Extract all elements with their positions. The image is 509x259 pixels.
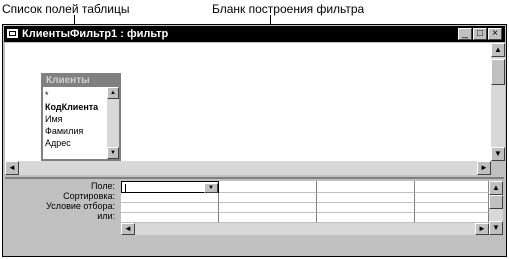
scroll-down-icon[interactable]: ▼ — [107, 147, 119, 159]
field-item-last-name[interactable]: Фамилия — [45, 125, 105, 137]
sort-cell[interactable] — [219, 193, 317, 203]
grid-horizontal-scrollbar[interactable]: ◄ ► — [121, 223, 489, 235]
criteria-cell[interactable] — [415, 203, 489, 213]
title-bar[interactable]: КлиентыФильтр1 : фильтр _ □ × — [4, 26, 505, 42]
row-label-field: Поле: — [90, 181, 115, 191]
scroll-thumb[interactable] — [489, 195, 503, 209]
scroll-down-icon[interactable]: ▼ — [491, 147, 505, 161]
field-list-callout: Список полей таблицы — [2, 2, 130, 16]
maximize-button[interactable]: □ — [473, 28, 487, 40]
criteria-cell[interactable] — [121, 203, 219, 213]
field-lists-pane[interactable]: Клиенты * КодКлиента Имя Фамилия Адрес ▲… — [5, 43, 491, 175]
field-cell[interactable] — [317, 181, 415, 193]
window-title: КлиентыФильтр1 : фильтр — [22, 28, 169, 40]
scroll-up-icon[interactable]: ▲ — [107, 87, 119, 99]
filter-grid-callout: Бланк построения фильтра — [212, 2, 365, 16]
sort-cell[interactable] — [121, 193, 219, 203]
field-list-items: * КодКлиента Имя Фамилия Адрес — [45, 89, 105, 149]
scroll-left-icon[interactable]: ◄ — [5, 161, 19, 175]
scroll-left-icon[interactable]: ◄ — [121, 223, 135, 235]
filter-design-grid[interactable]: ▼ ◄ ► — [121, 181, 489, 235]
upper-vertical-scrollbar[interactable]: ▲ ▼ — [491, 43, 505, 161]
minimize-button[interactable]: _ — [458, 28, 472, 40]
upper-horizontal-scrollbar[interactable]: ◄ ► — [5, 161, 491, 175]
field-item-first-name[interactable]: Имя — [45, 113, 105, 125]
row-label-criteria: Условие отбора: — [46, 201, 115, 211]
scroll-up-icon[interactable]: ▲ — [489, 181, 503, 195]
or-cell[interactable] — [317, 213, 415, 223]
scroll-right-icon[interactable]: ► — [477, 161, 491, 175]
scroll-right-icon[interactable]: ► — [475, 223, 489, 235]
field-cell[interactable] — [219, 181, 317, 193]
pane-splitter[interactable] — [5, 177, 504, 179]
or-cell[interactable] — [219, 213, 317, 223]
field-list-scrollbar[interactable]: ▲ ▼ — [107, 87, 119, 159]
scroll-down-icon[interactable]: ▼ — [489, 221, 503, 235]
dropdown-arrow-icon[interactable]: ▼ — [204, 183, 218, 193]
or-cell[interactable] — [415, 213, 489, 223]
field-list-clients[interactable]: Клиенты * КодКлиента Имя Фамилия Адрес ▲… — [41, 73, 121, 161]
scroll-thumb[interactable] — [491, 59, 505, 85]
row-label-sort: Сортировка: — [63, 191, 115, 201]
text-cursor — [125, 184, 126, 192]
criteria-cell[interactable] — [317, 203, 415, 213]
sort-cell[interactable] — [415, 193, 489, 203]
field-cell-active[interactable]: ▼ — [121, 181, 219, 193]
field-item-client-id[interactable]: КодКлиента — [45, 101, 105, 113]
row-label-or: или: — [97, 211, 115, 221]
filter-window-icon — [7, 29, 18, 38]
field-item-address[interactable]: Адрес — [45, 137, 105, 149]
grid-row-labels: Поле: Сортировка: Условие отбора: или: — [5, 181, 117, 221]
field-item-all[interactable]: * — [45, 89, 105, 101]
close-button[interactable]: × — [488, 28, 502, 40]
or-cell[interactable] — [121, 213, 219, 223]
sort-cell[interactable] — [317, 193, 415, 203]
field-cell[interactable] — [415, 181, 489, 193]
grid-vertical-scrollbar[interactable]: ▲ ▼ — [489, 181, 503, 235]
criteria-cell[interactable] — [219, 203, 317, 213]
filter-window: КлиентыФильтр1 : фильтр _ □ × Клиенты * … — [2, 24, 507, 257]
field-list-title[interactable]: Клиенты — [43, 75, 119, 87]
scroll-up-icon[interactable]: ▲ — [491, 43, 505, 57]
